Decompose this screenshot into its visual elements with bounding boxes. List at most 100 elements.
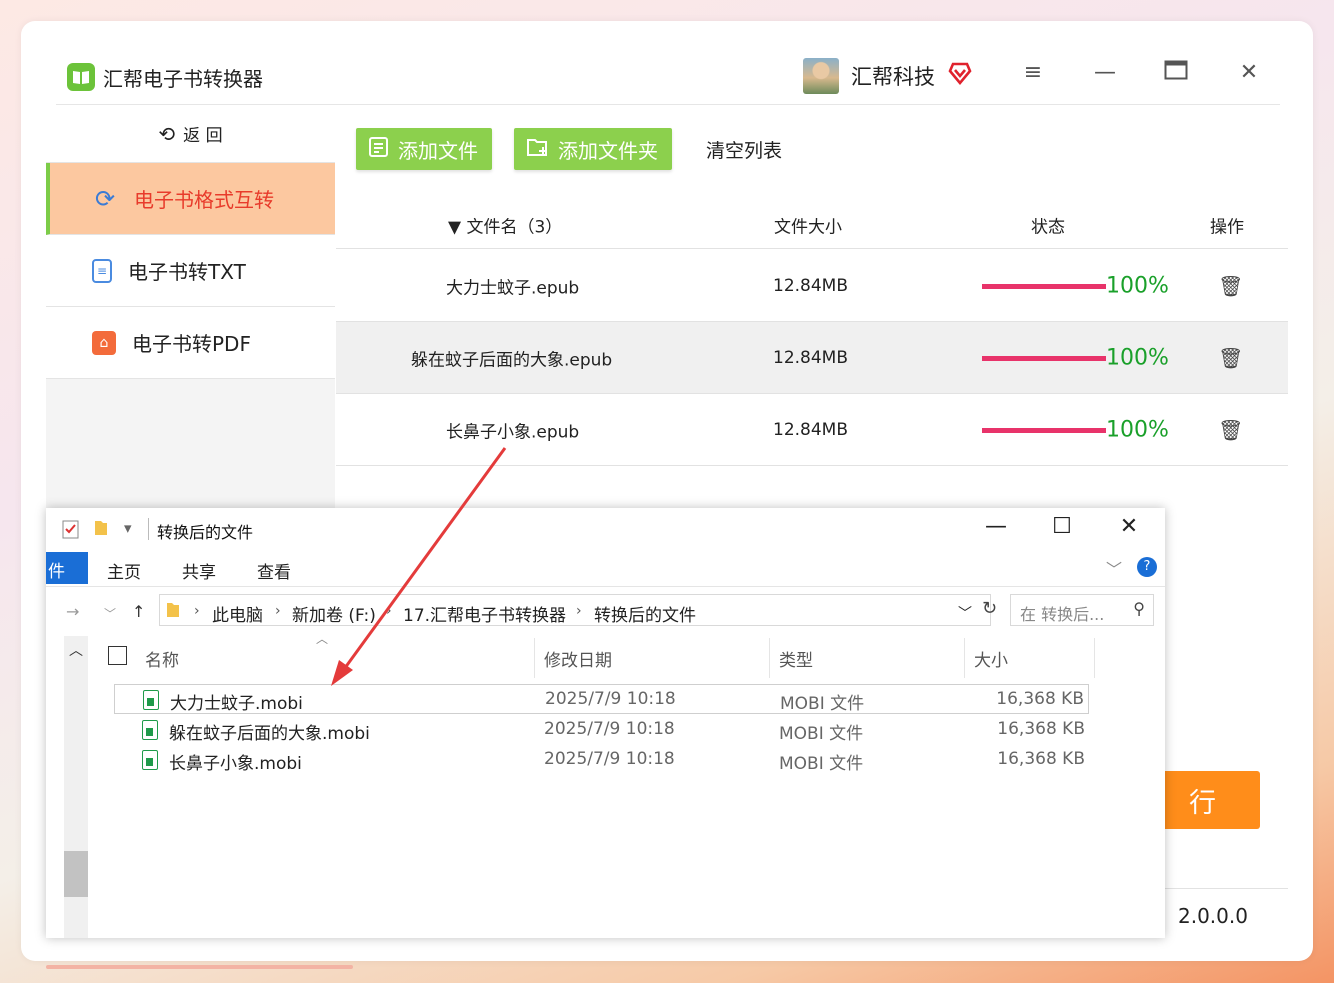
search-placeholder: 在 转换后... — [1020, 605, 1105, 624]
file-modified: 2025/7/9 10:18 — [544, 749, 675, 769]
delete-icon[interactable]: 🗑 — [1218, 346, 1243, 370]
close-button[interactable]: ✕ — [1234, 60, 1264, 85]
search-input[interactable]: 在 转换后... ⚲ — [1010, 594, 1154, 626]
version-divider — [1150, 888, 1288, 889]
table-row[interactable]: 大力士蚊子.epub 12.84MB 100% 🗑 — [336, 250, 1288, 322]
breadcrumb-this-pc[interactable]: 此电脑 — [212, 601, 263, 626]
vip-heart-icon[interactable] — [947, 60, 973, 92]
recent-dropdown-icon[interactable]: ﹀ — [104, 605, 116, 622]
column-header-size[interactable]: 大小 — [974, 646, 1008, 671]
file-size: 12.84MB — [773, 419, 848, 440]
add-file-label: 添加文件 — [398, 138, 478, 163]
refresh-icon[interactable]: ↻ — [982, 598, 997, 619]
explorer-close-button[interactable]: ✕ — [1109, 514, 1149, 539]
explorer-title-bar: ▾ 转换后的文件 — ☐ ✕ — [46, 508, 1165, 550]
table-header: ▼ 文件名（3） 文件大小 状态 操作 — [336, 201, 1288, 249]
version-text: ：2.0.0.0 — [1158, 900, 1248, 929]
add-file-button[interactable]: 添加文件 — [356, 128, 492, 170]
breadcrumb-drive[interactable]: 新加卷 (F:) — [292, 601, 376, 626]
menu-icon[interactable]: ≡ — [1018, 60, 1048, 85]
column-header-name[interactable]: 名称 — [145, 646, 179, 671]
toolbar: 添加文件 添加文件夹 清空列表 — [356, 128, 782, 170]
properties-check-icon[interactable] — [62, 519, 80, 543]
progress-text: 100% — [1106, 417, 1169, 442]
execute-button[interactable]: 行 — [1150, 771, 1260, 829]
file-name: 长鼻子小象.mobi — [169, 754, 302, 774]
pdf-icon: ⌂ — [92, 330, 116, 355]
scrollbar-thumb[interactable] — [64, 851, 88, 897]
help-icon[interactable]: ? — [1137, 557, 1157, 577]
progress-bar — [982, 427, 1106, 433]
user-area[interactable]: 汇帮科技 — [803, 56, 973, 96]
breadcrumb-separator-icon: › — [576, 603, 582, 619]
explorer-ribbon: 件 主页 共享 查看 ﹀ ? — [46, 550, 1165, 586]
back-arrow-icon[interactable]: → — [66, 602, 79, 621]
size-column-header: 文件大小 — [774, 217, 842, 237]
list-item[interactable]: 大力士蚊子.mobi 2025/7/9 10:18 MOBI 文件 16,368… — [114, 684, 1089, 714]
ribbon-tab-home[interactable]: 主页 — [107, 558, 141, 583]
file-size: 16,368 KB — [996, 689, 1084, 709]
quick-access-dropdown-icon[interactable]: ▾ — [124, 519, 132, 537]
back-button[interactable]: ⟲ 返 回 — [46, 105, 335, 163]
table-row[interactable]: 长鼻子小象.epub 12.84MB 100% 🗑 — [336, 394, 1288, 466]
user-avatar[interactable] — [803, 58, 839, 94]
ribbon-tab-share[interactable]: 共享 — [182, 558, 216, 583]
sidebar-item-format-convert[interactable]: ⟳ 电子书格式互转 — [46, 163, 335, 235]
file-size: 16,368 KB — [997, 749, 1085, 769]
address-bar[interactable]: › 此电脑 › 新加卷 (F:) › 17.汇帮电子书转换器 › 转换后的文件 … — [159, 594, 991, 626]
sidebar-item-to-pdf[interactable]: ⌂ 电子书转PDF — [46, 307, 335, 379]
file-type: MOBI 文件 — [779, 754, 864, 774]
sort-ascending-icon: ︿ — [316, 632, 329, 646]
address-dropdown-icon[interactable]: ﹀ — [958, 603, 972, 623]
file-explorer-window: ▾ 转换后的文件 — ☐ ✕ 件 主页 共享 查看 ﹀ ? → ﹀ ↑ › 此电… — [46, 508, 1165, 938]
minimize-button[interactable]: — — [1090, 60, 1120, 85]
sidebar-item-label: 电子书转PDF — [132, 332, 251, 356]
breadcrumb-current-folder[interactable]: 转换后的文件 — [594, 601, 696, 626]
file-list-header: 名称 ︿ 修改日期 类型 大小 — [108, 632, 1098, 678]
folder-icon[interactable] — [93, 519, 109, 541]
list-item[interactable]: 长鼻子小象.mobi 2025/7/9 10:18 MOBI 文件 16,368… — [114, 745, 1089, 775]
explorer-maximize-button[interactable]: ☐ — [1042, 514, 1082, 539]
select-all-checkbox[interactable] — [108, 646, 127, 665]
app-title-bar: 汇帮电子书转换器 — [67, 61, 263, 93]
add-folder-button[interactable]: 添加文件夹 — [514, 128, 672, 170]
name-column-header[interactable]: ▼ 文件名（3） — [448, 212, 562, 237]
address-folder-icon — [166, 601, 180, 624]
column-divider — [534, 638, 535, 678]
file-size: 16,368 KB — [997, 719, 1085, 739]
nav-pane-scrollbar[interactable]: ︿ — [64, 636, 88, 938]
column-divider — [1094, 638, 1095, 678]
maximize-button[interactable] — [1161, 60, 1191, 86]
file-modified: 2025/7/9 10:18 — [544, 719, 675, 739]
delete-icon[interactable]: 🗑 — [1218, 418, 1243, 442]
clear-list-button[interactable]: 清空列表 — [706, 136, 782, 163]
list-item[interactable]: 躲在蚊子后面的大象.mobi 2025/7/9 10:18 MOBI 文件 16… — [114, 715, 1089, 745]
back-arrow-icon: ⟲ — [158, 121, 176, 146]
execute-label: 行 — [1189, 787, 1216, 819]
table-row[interactable]: 躲在蚊子后面的大象.epub 12.84MB 100% 🗑 — [336, 322, 1288, 394]
file-modified: 2025/7/9 10:18 — [545, 689, 676, 709]
ribbon-tab-file[interactable]: 件 — [46, 552, 88, 584]
delete-icon[interactable]: 🗑 — [1218, 274, 1243, 298]
back-label: 返 回 — [183, 126, 223, 146]
explorer-minimize-button[interactable]: — — [976, 514, 1016, 539]
bottom-accent-strip — [46, 965, 353, 969]
progress-text: 100% — [1106, 345, 1169, 370]
file-size: 12.84MB — [773, 275, 848, 296]
breadcrumb-separator-icon: › — [386, 603, 392, 619]
user-name[interactable]: 汇帮科技 — [851, 61, 935, 91]
ribbon-expand-chevron-icon[interactable]: ﹀ — [1106, 556, 1122, 580]
up-arrow-icon[interactable]: ↑ — [132, 602, 145, 621]
file-type: MOBI 文件 — [779, 724, 864, 744]
app-title: 汇帮电子书转换器 — [103, 66, 263, 91]
file-name: 躲在蚊子后面的大象.mobi — [169, 724, 370, 744]
breadcrumb-app-folder[interactable]: 17.汇帮电子书转换器 — [403, 601, 566, 626]
ribbon-tab-view[interactable]: 查看 — [257, 558, 291, 583]
progress-bar — [982, 283, 1106, 289]
add-folder-label: 添加文件夹 — [558, 138, 658, 163]
progress-bar — [982, 355, 1106, 361]
scroll-up-icon[interactable]: ︿ — [69, 640, 83, 660]
sidebar-item-to-txt[interactable]: ≡ 电子书转TXT — [46, 235, 335, 307]
column-header-type[interactable]: 类型 — [779, 646, 813, 671]
column-header-modified[interactable]: 修改日期 — [544, 646, 612, 671]
